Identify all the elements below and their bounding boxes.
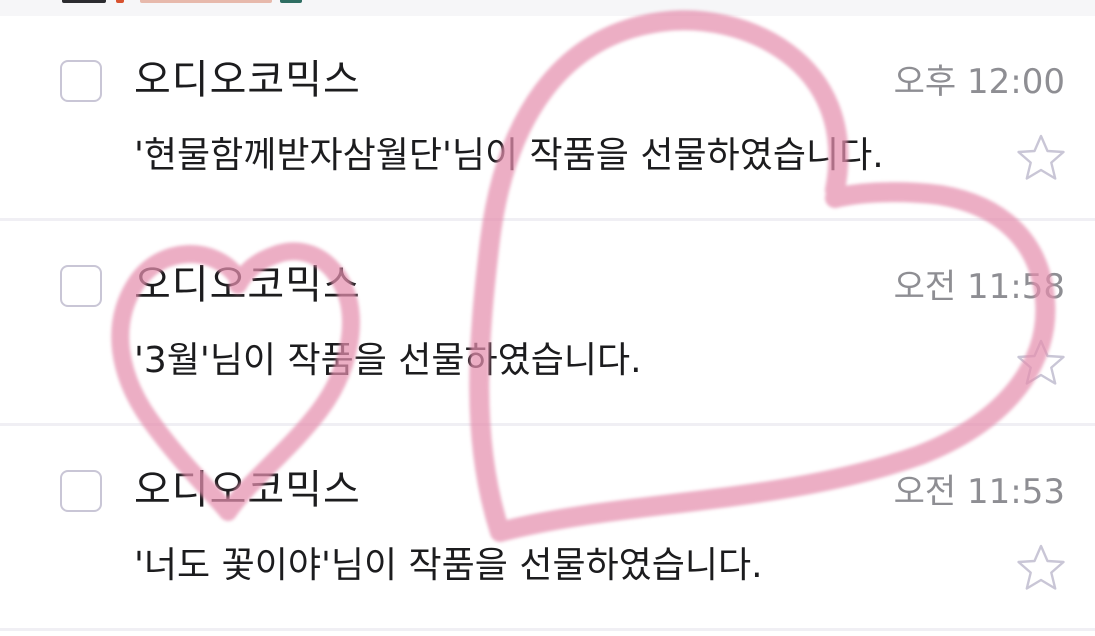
toolbar-fragment [140, 0, 272, 3]
message-preview: '현물함께받자삼월단'님이 작품을 선물하였습니다. [134, 135, 884, 176]
toolbar-fragment [116, 0, 124, 3]
list-item[interactable]: 오디오코믹스 오전 11:58 '3월'님이 작품을 선물하였습니다. [0, 221, 1095, 425]
star-outline-icon[interactable] [1015, 542, 1067, 594]
divider [0, 628, 1095, 631]
top-toolbar-edge [0, 0, 1095, 16]
timestamp: 오전 11:53 [893, 472, 1065, 512]
toolbar-fragment [280, 0, 302, 3]
sender-name: 오디오코믹스 [134, 467, 361, 513]
mail-list-screen: 오디오코믹스 오후 12:00 '현물함께받자삼월단'님이 작품을 선물하였습니… [0, 0, 1095, 636]
checkbox-icon[interactable] [60, 265, 102, 307]
message-preview: '3월'님이 작품을 선물하였습니다. [134, 340, 642, 381]
sender-name: 오디오코믹스 [134, 262, 361, 308]
checkbox-icon[interactable] [60, 60, 102, 102]
timestamp: 오후 12:00 [893, 62, 1065, 102]
list-item[interactable]: 오디오코믹스 오전 11:53 '너도 꽃이야'님이 작품을 선물하였습니다. [0, 426, 1095, 630]
list-item[interactable]: 오디오코믹스 오후 12:00 '현물함께받자삼월단'님이 작품을 선물하였습니… [0, 16, 1095, 220]
checkbox-icon[interactable] [60, 470, 102, 512]
toolbar-fragment [62, 0, 106, 3]
timestamp: 오전 11:58 [893, 267, 1065, 307]
star-outline-icon[interactable] [1015, 132, 1067, 184]
sender-name: 오디오코믹스 [134, 57, 361, 103]
message-preview: '너도 꽃이야'님이 작품을 선물하였습니다. [134, 545, 763, 586]
star-outline-icon[interactable] [1015, 337, 1067, 389]
